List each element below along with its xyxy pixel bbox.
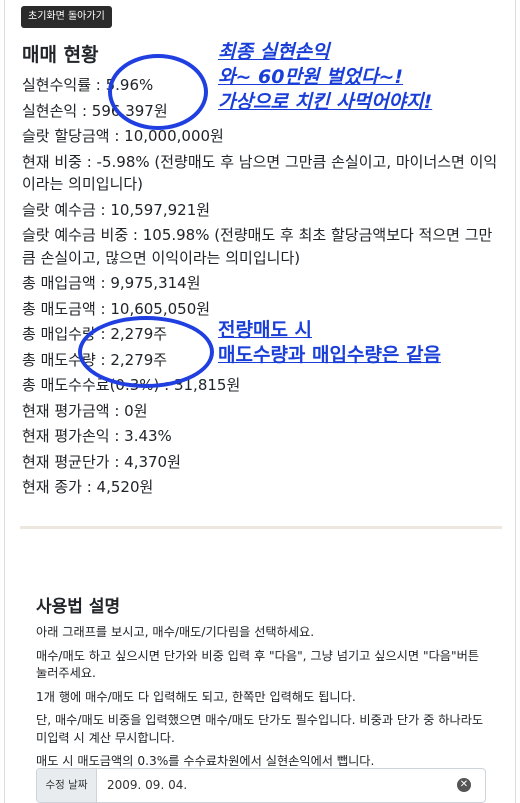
annotation-circle-pnl bbox=[108, 54, 208, 130]
usage-title: 사용법 설명 bbox=[36, 597, 121, 617]
annotation-line: 최종 실현손익 bbox=[218, 41, 330, 63]
annotation-circle-qty bbox=[78, 316, 214, 388]
date-field[interactable]: 수정 날짜 2009. 09. 04. ✕ bbox=[36, 768, 486, 803]
stat-slot-deposit-weight: 슬랏 예수금 비중 : 105.98% (전량매도 후 최초 할당금액보다 적으… bbox=[22, 226, 493, 267]
usage-paragraph: 단, 매수/매도 비중을 입력했으면 매수/매도 단가도 필수입니다. 비중과 … bbox=[36, 713, 484, 745]
annotation-line: 매도수량과 매입수량은 같음 bbox=[218, 344, 441, 366]
stat-current-weight: 현재 비중 : -5.98% (전량매도 후 남으면 그만큼 손실이고, 마이너… bbox=[22, 152, 498, 194]
annotation-line: 가상으로 치킨 사먹어야지! bbox=[218, 91, 433, 113]
usage-paragraph: 매수/매도 하고 싶으시면 단가와 비중 입력 후 "다음", 그냥 넘기고 싶… bbox=[36, 648, 480, 681]
annotation-note-pnl: 최종 실현손익 와~ 60만원 벌었다~! 가상으로 치킨 사먹어야지! bbox=[218, 40, 432, 115]
annotation-note-qty: 전량매도 시 매도수량과 매입수량은 같음 bbox=[218, 318, 441, 368]
date-input[interactable]: 2009. 09. 04. bbox=[97, 769, 457, 802]
usage-paragraph: 1개 행에 매수/매도 다 입력해도 되고, 한쪽만 입력해도 됩니다. bbox=[36, 689, 356, 704]
stat-eval-pnl: 현재 평가손익 : 3.43% bbox=[22, 427, 172, 445]
stat-total-buy-amount: 총 매입금액 : 9,975,314원 bbox=[22, 274, 201, 292]
section-divider bbox=[20, 526, 502, 529]
back-to-home-button[interactable]: 초기화면 돌아가기 bbox=[21, 6, 112, 28]
stat-slot-deposit: 슬랏 예수금 : 10,597,921원 bbox=[22, 200, 211, 219]
annotation-line: 와~ 60만원 벌었다~! bbox=[218, 66, 404, 88]
stats-list: 실현수익률 : 5.96% 실현손익 : 596,397원 슬랏 할당금액 : … bbox=[22, 74, 502, 502]
stat-close-price: 현재 종가 : 4,520원 bbox=[22, 478, 154, 496]
stat-eval-amount: 현재 평가금액 : 0원 bbox=[22, 401, 148, 420]
usage-paragraph: 아래 그래프를 보시고, 매수/매도/기다림을 선택하세요. bbox=[36, 625, 315, 639]
stat-avg-price: 현재 평균단가 : 4,370원 bbox=[22, 452, 181, 471]
page-title: 매매 현황 bbox=[22, 44, 99, 66]
annotation-line: 전량매도 시 bbox=[218, 319, 313, 341]
usage-instructions: 아래 그래프를 보시고, 매수/매도/기다림을 선택하세요. 매수/매도 하고 … bbox=[36, 624, 486, 777]
stat-total-sell-fee: 총 매도수수료(0.3%) : 31,815원 bbox=[22, 376, 241, 394]
date-field-label: 수정 날짜 bbox=[37, 769, 97, 802]
stat-slot-allocation: 슬랏 할당금액 : 10,000,000원 bbox=[22, 127, 224, 145]
stat-total-sell-amount: 총 매도금액 : 10,605,050원 bbox=[22, 299, 211, 318]
clear-icon[interactable]: ✕ bbox=[457, 778, 471, 792]
